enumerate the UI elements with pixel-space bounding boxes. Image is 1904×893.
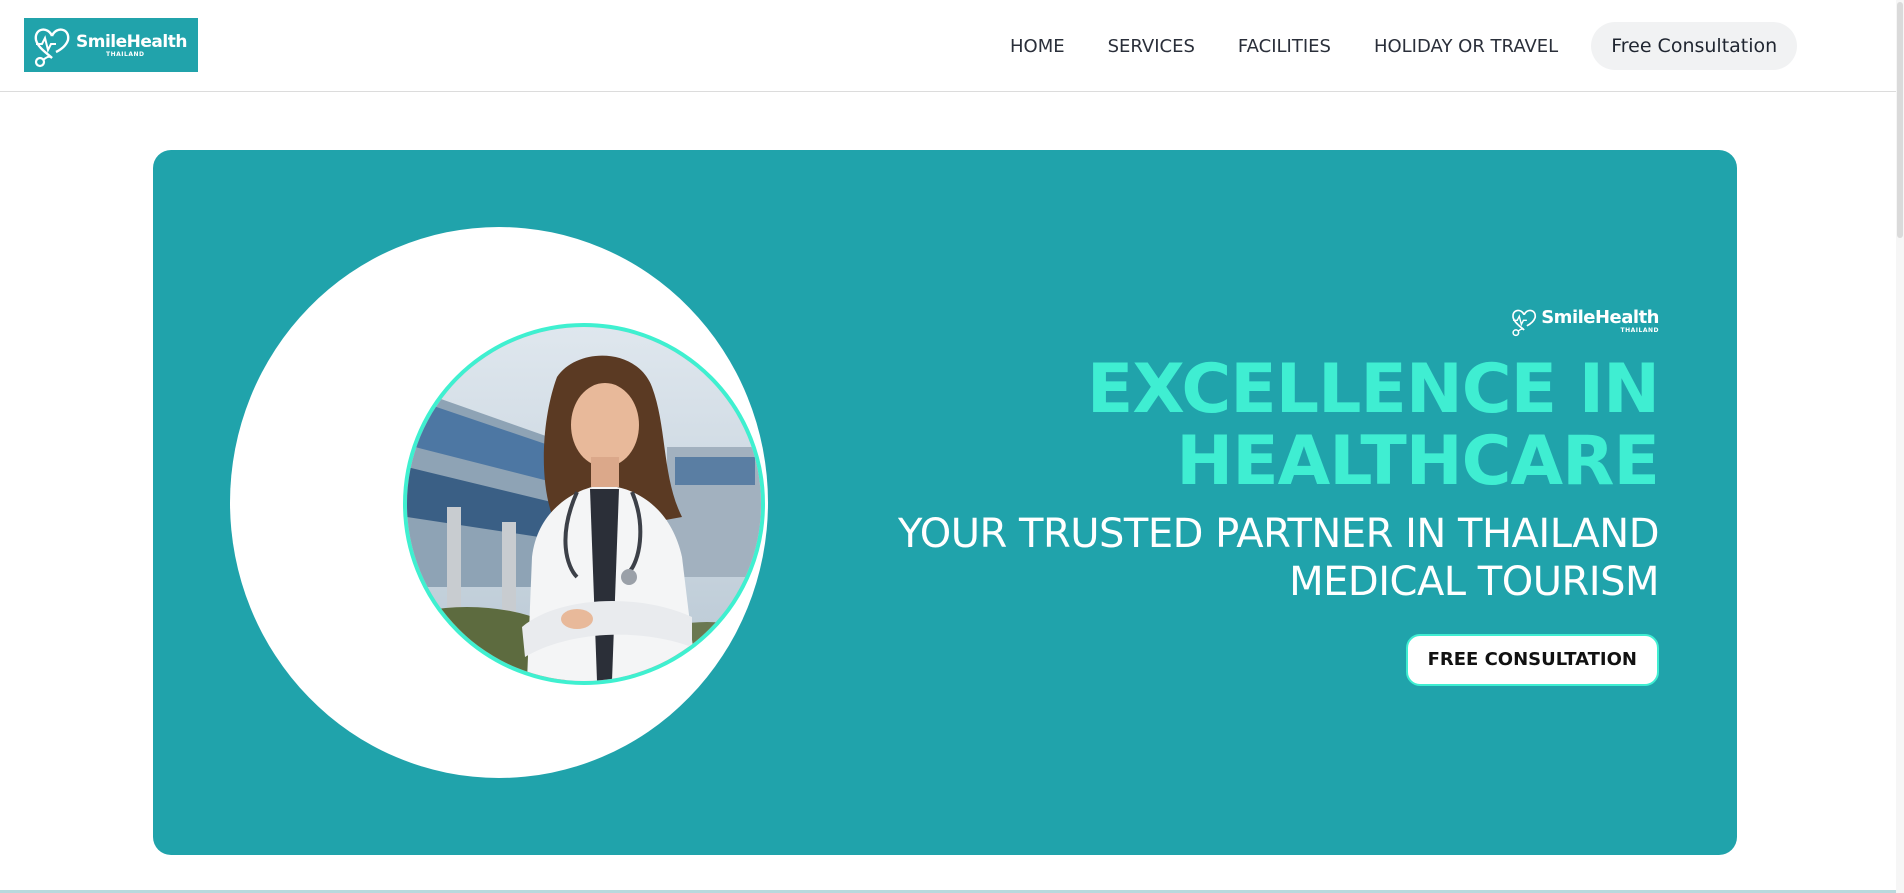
doctor-photo — [403, 323, 765, 685]
hero-headline: EXCELLENCE IN HEALTHCARE — [759, 350, 1660, 501]
nav-services[interactable]: SERVICES — [1108, 36, 1195, 57]
hero-logo: SmileHealth THAILAND — [1509, 292, 1659, 350]
hero-subheadline-line-2: MEDICAL TOURISM — [1289, 559, 1659, 605]
scrollbar-thumb[interactable] — [1897, 2, 1903, 238]
hero-banner: SmileHealth THAILAND EXCELLENCE IN HEALT… — [153, 150, 1737, 855]
heart-stethoscope-icon — [1512, 309, 1536, 337]
hero-headline-line-1: EXCELLENCE IN — [1086, 350, 1660, 429]
main-nav: HOME SERVICES FACILITIES HOLIDAY OR TRAV… — [1010, 0, 1798, 92]
vertical-scrollbar[interactable] — [1896, 0, 1904, 893]
site-logo[interactable]: SmileHealth THAILAND — [24, 18, 198, 72]
hero-subheadline-line-1: YOUR TRUSTED PARTNER IN THAILAND — [898, 511, 1659, 557]
doctor-illustration — [407, 327, 761, 681]
logo-name: SmileHealth — [76, 31, 187, 52]
nav-home[interactable]: HOME — [1010, 36, 1065, 57]
nav-facilities[interactable]: FACILITIES — [1238, 36, 1331, 57]
hero-free-consultation-button[interactable]: FREE CONSULTATION — [1405, 634, 1659, 686]
page: SmileHealth THAILAND HOME SERVICES FACIL… — [0, 0, 1904, 893]
hero-logo-text: SmileHealth THAILAND — [1541, 306, 1659, 334]
logo-subname: THAILAND — [106, 50, 145, 58]
site-header: SmileHealth THAILAND HOME SERVICES FACIL… — [0, 0, 1896, 92]
hero-text-block: SmileHealth THAILAND EXCELLENCE IN HEALT… — [759, 292, 1660, 686]
hero-logo-name: SmileHealth — [1541, 306, 1659, 328]
nav-free-consultation-button[interactable]: Free Consultation — [1591, 22, 1798, 70]
nav-holiday-or-travel[interactable]: HOLIDAY OR TRAVEL — [1374, 36, 1558, 57]
hero-headline-line-2: HEALTHCARE — [1176, 422, 1660, 501]
hero-logo-subname: THAILAND — [1620, 326, 1659, 334]
heart-stethoscope-icon — [34, 28, 70, 68]
hero-subheadline: YOUR TRUSTED PARTNER IN THAILAND MEDICAL… — [759, 510, 1659, 606]
logo-text: SmileHealth THAILAND — [76, 33, 187, 58]
